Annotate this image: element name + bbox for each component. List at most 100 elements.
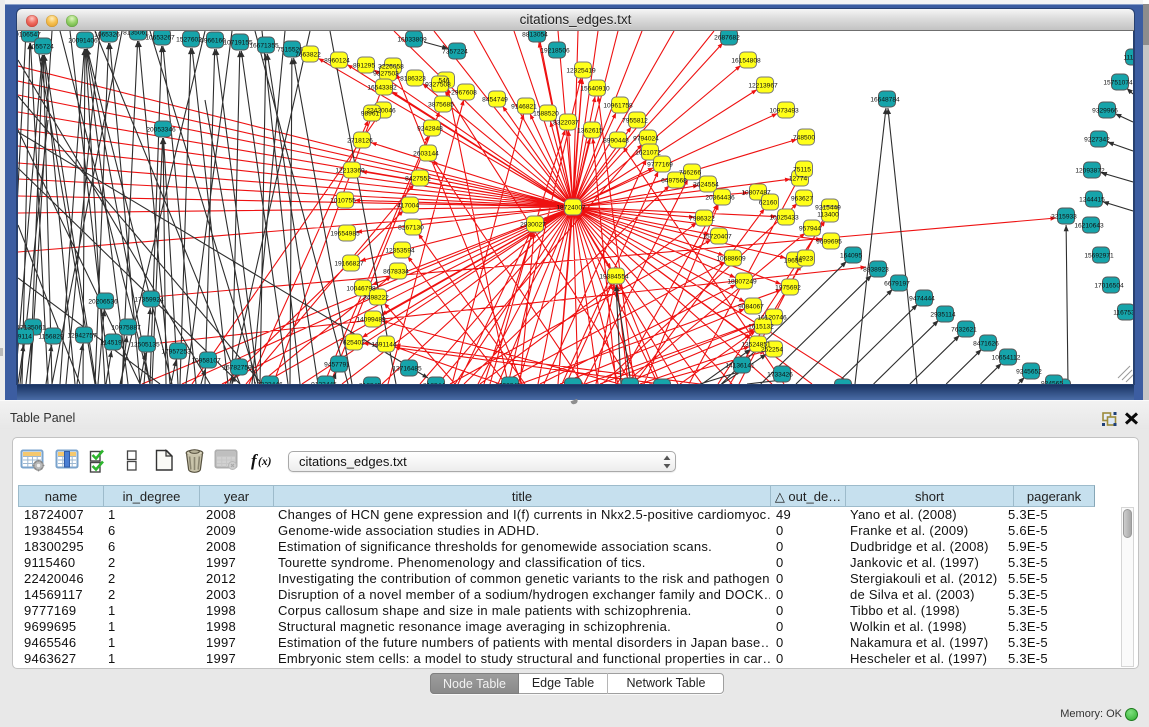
- svg-text:19384554: 19384554: [599, 273, 629, 280]
- svg-text:10975887: 10975887: [111, 324, 141, 331]
- svg-text:2930027: 2930027: [520, 221, 546, 228]
- svg-text:16671355: 16671355: [249, 42, 279, 49]
- svg-text:10120746: 10120746: [757, 314, 787, 321]
- svg-text:1010755: 1010755: [330, 197, 356, 204]
- svg-text:1691144: 1691144: [371, 341, 397, 348]
- svg-text:891295: 891295: [353, 62, 375, 69]
- svg-text:10688609: 10688609: [716, 255, 746, 262]
- svg-text:20364436: 20364436: [705, 194, 735, 201]
- svg-text:17016504: 17016504: [1094, 282, 1124, 289]
- svg-text:16033809: 16033809: [397, 36, 427, 43]
- svg-text:2603144: 2603144: [413, 150, 439, 157]
- svg-text:1621072: 1621072: [635, 149, 661, 156]
- svg-text:17359924: 17359924: [134, 296, 164, 303]
- svg-text:9215449: 9215449: [815, 204, 841, 211]
- svg-text:2687682: 2687682: [714, 34, 740, 41]
- svg-text:963627: 963627: [791, 195, 813, 202]
- svg-text:9329966: 9329966: [1092, 107, 1118, 114]
- svg-text:1975692: 1975692: [775, 284, 801, 291]
- svg-text:20091406: 20091406: [68, 37, 98, 44]
- svg-text:8322037: 8322037: [553, 119, 579, 126]
- svg-text:75115: 75115: [793, 166, 811, 173]
- svg-text:7955812: 7955812: [622, 117, 648, 124]
- svg-text:62160: 62160: [759, 199, 778, 206]
- svg-text:16648784: 16648784: [870, 96, 900, 103]
- svg-text:16782759: 16782759: [222, 364, 252, 371]
- svg-text:3215933: 3215933: [1051, 213, 1077, 220]
- svg-text:2935114: 2935114: [930, 311, 956, 318]
- svg-text:8186323: 8186323: [400, 75, 426, 82]
- svg-text:3498222: 3498222: [363, 294, 389, 301]
- svg-text:7663822: 7663822: [295, 51, 321, 58]
- svg-text:9699695: 9699695: [816, 238, 842, 245]
- svg-text:7632621: 7632621: [951, 326, 977, 333]
- svg-text:164095: 164095: [840, 252, 862, 259]
- svg-text:(x): (x): [258, 456, 272, 468]
- svg-text:8938923: 8938923: [863, 266, 889, 273]
- svg-text:12505135: 12505135: [130, 341, 160, 348]
- svg-text:746266: 746266: [679, 169, 701, 176]
- svg-text:1527602: 1527602: [176, 36, 202, 43]
- svg-text:1244415: 1244415: [1079, 196, 1105, 203]
- svg-text:9084067: 9084067: [738, 303, 764, 310]
- svg-text:9245652: 9245652: [1016, 368, 1042, 375]
- svg-text:9123445: 9123445: [311, 381, 337, 384]
- svg-text:1588520: 1588520: [533, 110, 559, 117]
- svg-text:8813054: 8813054: [522, 31, 548, 38]
- svg-text:14099489: 14099489: [356, 316, 386, 323]
- svg-text:1156829: 1156829: [38, 333, 64, 340]
- svg-text:9327508: 9327508: [425, 81, 451, 88]
- svg-text:12093872: 12093872: [1075, 167, 1105, 174]
- svg-text:8678334: 8678334: [383, 268, 409, 275]
- svg-text:8960124: 8960124: [324, 57, 350, 64]
- svg-text:8471626: 8471626: [973, 340, 999, 347]
- svg-text:9777169: 9777169: [647, 161, 673, 168]
- svg-text:16154808: 16154808: [731, 57, 761, 64]
- svg-text:116753: 116753: [1113, 309, 1133, 316]
- svg-text:12213967: 12213967: [748, 82, 778, 89]
- svg-text:9146821: 9146821: [511, 103, 537, 110]
- svg-text:8267130: 8267130: [398, 224, 424, 231]
- svg-text:15640910: 15640910: [580, 85, 610, 92]
- svg-text:3226058: 3226058: [378, 63, 404, 70]
- svg-text:15751074: 15751074: [1103, 79, 1133, 86]
- svg-text:12942757: 12942757: [67, 332, 97, 339]
- svg-text:924565: 924565: [1041, 380, 1063, 384]
- svg-text:10046798: 10046798: [346, 285, 376, 292]
- svg-text:3624554: 3624554: [693, 181, 719, 188]
- svg-text:10654112: 10654112: [992, 354, 1021, 361]
- svg-text:417004: 417004: [397, 202, 419, 209]
- svg-text:15720407: 15720407: [702, 233, 732, 240]
- svg-text:17957253: 17957253: [161, 348, 191, 355]
- svg-text:10807487: 10807487: [741, 189, 771, 196]
- svg-text:10653267: 10653267: [145, 34, 175, 41]
- svg-text:10973493: 10973493: [769, 107, 799, 114]
- svg-text:98961: 98961: [361, 110, 380, 117]
- svg-text:4055724: 4055724: [28, 43, 54, 50]
- svg-text:114519: 114519: [100, 339, 122, 346]
- svg-text:17135061: 17135061: [18, 324, 46, 331]
- svg-text:13716485: 13716485: [392, 365, 422, 372]
- svg-text:2967608: 2967608: [451, 89, 477, 96]
- svg-text:9327503: 9327503: [373, 70, 399, 77]
- svg-text:1065326: 1065326: [94, 31, 120, 38]
- svg-text:12774: 12774: [789, 175, 808, 182]
- svg-text:7357224: 7357224: [442, 48, 468, 55]
- svg-text:748500: 748500: [793, 134, 815, 141]
- svg-text:10958107: 10958107: [191, 357, 221, 364]
- svg-text:7625402: 7625402: [339, 339, 365, 346]
- svg-text:812344: 812344: [423, 382, 445, 384]
- svg-text:15692971: 15692971: [1084, 252, 1114, 259]
- svg-text:9242848: 9242848: [417, 125, 443, 132]
- svg-text:9457791: 9457791: [324, 361, 350, 368]
- svg-text:6966160: 6966160: [200, 37, 226, 44]
- svg-text:2718126: 2718126: [347, 137, 373, 144]
- svg-text:3875685: 3875685: [428, 101, 454, 108]
- svg-text:19654985: 19654985: [330, 230, 360, 237]
- svg-text:12325419: 12325419: [566, 67, 596, 74]
- svg-text:9474444: 9474444: [909, 295, 935, 302]
- svg-text:8427552: 8427552: [405, 175, 431, 182]
- svg-text:6679197: 6679197: [884, 280, 910, 287]
- svg-text:812345: 812345: [359, 382, 381, 384]
- svg-text:12213369: 12213369: [335, 167, 365, 174]
